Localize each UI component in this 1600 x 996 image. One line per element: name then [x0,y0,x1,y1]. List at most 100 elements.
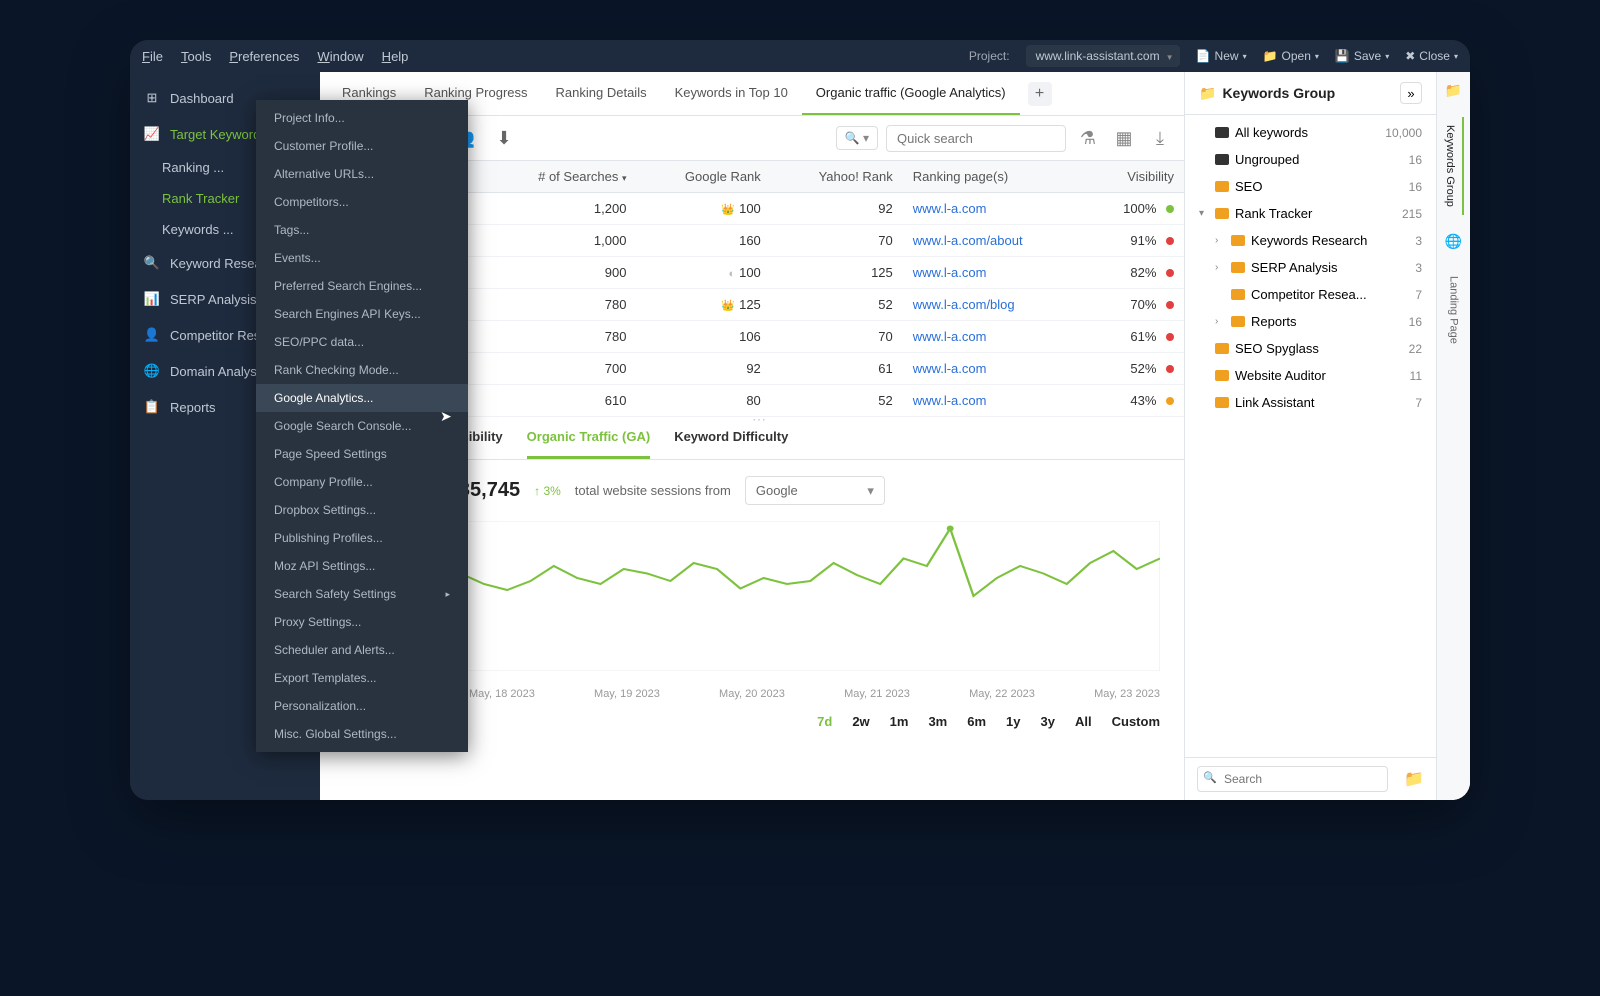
range-option[interactable]: 7d [817,714,832,729]
vtab-landing-page[interactable]: Landing Page [1448,268,1460,352]
dropdown-item[interactable]: Company Profile... [256,468,468,496]
save-button[interactable]: 💾 Save ▾ [1335,49,1389,63]
dropdown-item[interactable]: SEO/PPC data... [256,328,468,356]
project-select[interactable]: www.link-assistant.com [1026,45,1180,67]
cell-ranking-page[interactable]: www.l-a.com [903,321,1085,353]
dropdown-item[interactable]: Google Search Console... [256,412,468,440]
cell-ranking-page[interactable]: www.l-a.com [903,385,1085,417]
dropdown-item[interactable]: Page Speed Settings [256,440,468,468]
workspace-tab[interactable]: Keywords in Top 10 [661,72,802,115]
group-search-input[interactable] [1197,766,1388,792]
sessions-label2: total website sessions from [575,483,731,498]
tree-item-label: Competitor Resea... [1251,287,1367,302]
tree-item[interactable]: Competitor Resea...7 [1185,281,1436,308]
column-header[interactable]: Visibility [1085,161,1184,193]
dropdown-item[interactable]: Search Engines API Keys... [256,300,468,328]
download-icon[interactable]: ⤓ [1146,124,1174,152]
workspace-tab[interactable]: Ranking Details [542,72,661,115]
column-header[interactable]: # of Searches ▾ [485,161,637,193]
keyword-group-tree: All keywords 10,000 Ungrouped16 SEO 16 ▾Rank … [1185,115,1436,757]
cell-ranking-page[interactable]: www.l-a.com/blog [903,289,1085,321]
detail-tab[interactable]: Organic Traffic (GA) [527,429,651,459]
quick-search-input[interactable] [886,125,1066,152]
cell-searches: 700 [485,353,637,385]
add-folder-icon[interactable]: 📁 [1404,769,1424,789]
traffic-source-select[interactable]: Google [745,476,885,505]
tree-item[interactable]: ›Keywords Research3 [1185,227,1436,254]
chart-date-label: May, 20 2023 [719,688,785,700]
range-option[interactable]: 1m [890,714,909,729]
menubar-help[interactable]: Help [382,49,409,64]
add-tab-button[interactable]: + [1028,82,1052,106]
column-header[interactable]: Google Rank [636,161,770,193]
tree-item[interactable]: Website Auditor11 [1185,362,1436,389]
open-button[interactable]: 📁 Open ▾ [1263,49,1319,63]
search-scope[interactable]: 🔍 ▾ [836,126,878,150]
tree-item-label: All keywords [1235,125,1308,140]
vtab-keywords-group[interactable]: Keywords Group [1444,117,1464,215]
tree-item[interactable]: ▾Rank Tracker215 [1185,200,1436,227]
tree-item[interactable]: ›SERP Analysis3 [1185,254,1436,281]
dropdown-item[interactable]: Proxy Settings... [256,608,468,636]
dropdown-item[interactable]: Export Templates... [256,664,468,692]
tree-item[interactable]: SEO Spyglass22 [1185,335,1436,362]
dropdown-item[interactable]: Scheduler and Alerts... [256,636,468,664]
close-button[interactable]: ✖ Close ▾ [1405,49,1458,63]
tree-item[interactable]: All keywords 10,000 [1185,119,1436,146]
column-header[interactable]: Yahoo! Rank [771,161,903,193]
tree-item[interactable]: ›Reports16 [1185,308,1436,335]
tree-item-count: 16 [1409,180,1422,194]
cell-ranking-page[interactable]: www.l-a.com/about [903,225,1085,257]
cell-ranking-page[interactable]: www.l-a.com [903,353,1085,385]
detail-tab[interactable]: Keyword Difficulty [674,429,788,459]
folder-icon: 📁 [1199,85,1216,102]
tree-item-count: 10,000 [1385,126,1422,140]
new-button[interactable]: 📄 New ▾ [1196,49,1247,63]
menubar-window[interactable]: Window [317,49,363,64]
sidebar-icon: ⊞ [144,90,160,106]
dropdown-item[interactable]: Competitors... [256,188,468,216]
cell-ranking-page[interactable]: www.l-a.com [903,193,1085,225]
dropdown-item[interactable]: Alternative URLs... [256,160,468,188]
range-option[interactable]: 2w [852,714,869,729]
range-option[interactable]: 3m [928,714,947,729]
cell-ranking-page[interactable]: www.l-a.com [903,257,1085,289]
tree-item[interactable]: SEO 16 [1185,173,1436,200]
range-option[interactable]: Custom [1112,714,1160,729]
dropdown-item[interactable]: Google Analytics... [256,384,468,412]
filter-icon[interactable]: ⚗ [1074,124,1102,152]
collapse-panel-button[interactable]: » [1400,82,1422,104]
dropdown-item[interactable]: Moz API Settings... [256,552,468,580]
menubar-file[interactable]: File [142,49,163,64]
tree-item[interactable]: Link Assistant7 [1185,389,1436,416]
dropdown-item[interactable]: Rank Checking Mode... [256,356,468,384]
range-option[interactable]: All [1075,714,1092,729]
dropdown-item[interactable]: Events... [256,244,468,272]
range-option[interactable]: 1y [1006,714,1020,729]
dropdown-item[interactable]: Search Safety Settings▸ [256,580,468,608]
dropdown-item[interactable]: Preferred Search Engines... [256,272,468,300]
close-icon: ✖ [1405,49,1415,63]
column-header[interactable]: Ranking page(s) [903,161,1085,193]
tree-item[interactable]: Ungrouped16 [1185,146,1436,173]
cell-visibility: 91% [1085,225,1184,257]
menubar-preferences[interactable]: Preferences [229,49,299,64]
range-option[interactable]: 3y [1041,714,1055,729]
dropdown-item[interactable]: Publishing Profiles... [256,524,468,552]
tree-item-label: SEO [1235,179,1262,194]
group-search-row: 📁 [1185,757,1436,800]
cell-visibility: 52% [1085,353,1184,385]
export-icon[interactable]: ⬇ [490,124,518,152]
workspace-tab[interactable]: Organic traffic (Google Analytics) [802,72,1020,115]
dropdown-item[interactable]: Project Info... [256,104,468,132]
dropdown-item[interactable]: Tags... [256,216,468,244]
tree-item-label: Keywords Research [1251,233,1367,248]
view-mode-icon[interactable]: ▦ [1110,124,1138,152]
dropdown-item[interactable]: Misc. Global Settings... [256,720,468,748]
dropdown-item[interactable]: Personalization... [256,692,468,720]
menubar-tools[interactable]: Tools [181,49,211,64]
range-option[interactable]: 6m [967,714,986,729]
tree-item-count: 3 [1415,234,1422,248]
dropdown-item[interactable]: Customer Profile... [256,132,468,160]
dropdown-item[interactable]: Dropbox Settings... [256,496,468,524]
